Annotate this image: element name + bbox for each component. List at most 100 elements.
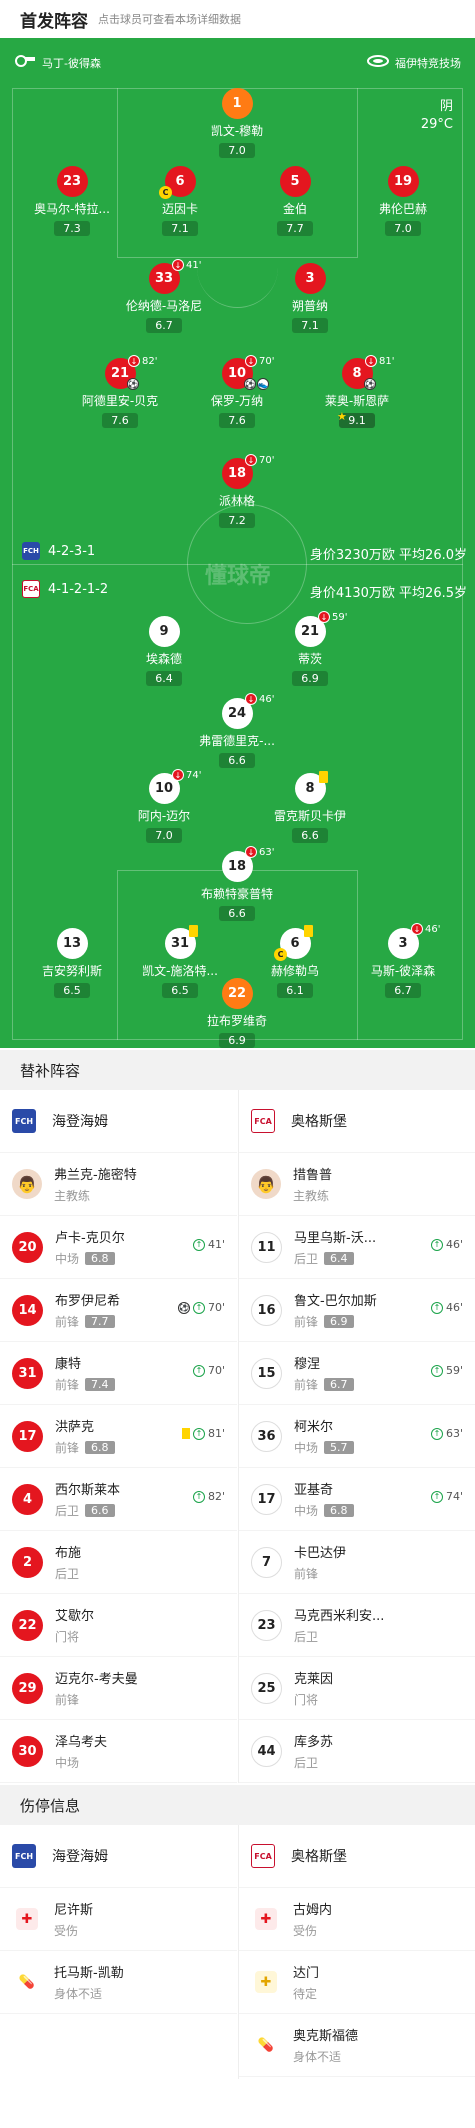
- player-away-8[interactable]: 8 雷克斯贝卡伊 6.6: [255, 773, 365, 843]
- player-rating: 5.7: [324, 1441, 354, 1454]
- sub-in-icon: ↑: [192, 1238, 205, 1251]
- player-home-8[interactable]: 8 莱奥-斯恩萨 9.1: [302, 358, 412, 428]
- stadium-name: 福伊特竞技场: [395, 56, 461, 70]
- away-team-row[interactable]: FCA 奥格斯堡: [239, 1825, 475, 1888]
- player-name: 马克西米利安...: [294, 1609, 385, 1624]
- player-name: 吉安努利斯: [41, 964, 102, 978]
- stadium: 福伊特竞技场: [367, 54, 461, 71]
- sub-out-marker: ↓ 63': [245, 846, 274, 858]
- list-item[interactable]: 14 布罗伊尼希 前锋 7.7 ⚽ ↑ 70': [0, 1279, 237, 1342]
- player-name: 马斯-彼泽森: [370, 964, 436, 978]
- list-item[interactable]: 30 泽乌考夫 中场: [0, 1720, 237, 1783]
- player-home-23[interactable]: 23 奥马尔-特拉... 7.3: [17, 166, 127, 236]
- player-home-19[interactable]: 19 弗伦巴赫 7.0: [348, 166, 458, 236]
- player-name: 亚基奇: [294, 1483, 334, 1498]
- injury-status: 身体不适: [293, 2050, 342, 2064]
- home-team-row[interactable]: FCH 海登海姆: [0, 1825, 237, 1888]
- list-item[interactable]: 20 卢卡-克贝尔 中场 6.8 ↑ 41': [0, 1216, 237, 1279]
- list-item[interactable]: 17 洪萨克 前锋 6.8 ↑ 81': [0, 1405, 237, 1468]
- player-position: 前锋: [294, 1378, 319, 1392]
- home-injuries: FCH 海登海姆 ✚ 尼许斯 受伤 💊 托马斯-凯勒 身体不适: [0, 1825, 237, 2014]
- player-rating: 7.1: [292, 318, 328, 333]
- player-position: 前锋: [294, 1567, 319, 1581]
- player-name: 迈克尔-考夫曼: [55, 1672, 138, 1687]
- list-item[interactable]: 7 卡巴达伊 前锋: [239, 1531, 475, 1594]
- player-number: 2: [12, 1546, 43, 1578]
- player-number: 9: [148, 616, 180, 647]
- list-item[interactable]: 15 穆涅 前锋 6.7 ↑ 59': [239, 1342, 475, 1405]
- player-away-3[interactable]: 3 马斯-彼泽森 6.7: [348, 928, 458, 998]
- player-number: 36: [251, 1420, 282, 1452]
- away-coach[interactable]: 👨 措鲁普 主教练: [239, 1153, 475, 1216]
- player-home-3[interactable]: 3 朔普纳 7.1: [255, 263, 365, 333]
- player-away-18[interactable]: 18 布赖特豪普特 6.6: [182, 851, 292, 921]
- away-team-row[interactable]: FCA 奥格斯堡: [239, 1090, 475, 1153]
- sub-in-icon: ↑: [430, 1427, 443, 1440]
- list-item[interactable]: 💊 托马斯-凯勒 身体不适: [0, 1951, 237, 2014]
- list-item[interactable]: 22 艾歇尔 门将: [0, 1594, 237, 1657]
- player-home-5[interactable]: 5 金伯 7.7: [240, 166, 350, 236]
- player-away-21[interactable]: 21 蒂茨 6.9: [255, 616, 365, 686]
- player-away-22[interactable]: 22 拉布罗维奇 6.9: [182, 978, 292, 1048]
- home-coach[interactable]: 👨 弗兰克-施密特 主教练: [0, 1153, 237, 1216]
- player-home-33[interactable]: 33 伦纳德-马洛尼 6.7: [109, 263, 219, 333]
- away-formation: FCA 4-1-2-1-2: [22, 580, 108, 598]
- heidenheim-badge-icon: FCH: [12, 1844, 36, 1868]
- player-number: 25: [251, 1672, 282, 1704]
- player-home-21[interactable]: 21 阿德里安-贝克 7.6: [65, 358, 175, 428]
- sub-out-icon: ↓: [245, 693, 257, 705]
- player-home-1[interactable]: 1 凯文-穆勒 7.0: [182, 88, 292, 158]
- player-home-6[interactable]: 6 迈因卡 7.1: [125, 166, 235, 236]
- list-item[interactable]: 17 亚基奇 中场 6.8 ↑ 74': [239, 1468, 475, 1531]
- player-name: 雷克斯贝卡伊: [273, 809, 346, 823]
- player-name: 布施: [55, 1546, 82, 1561]
- player-position: 后卫: [55, 1504, 80, 1518]
- home-subs: FCH 海登海姆 👨 弗兰克-施密特 主教练 20 卢卡-克贝尔 中场 6.8 ↑ 41' 14…: [0, 1090, 237, 1783]
- team-name: 奥格斯堡: [291, 1114, 347, 1130]
- list-item[interactable]: 25 克莱因 门将: [239, 1657, 475, 1720]
- home-referee: 马丁-彼得森: [14, 54, 101, 71]
- sub-minute: 46': [445, 1301, 463, 1314]
- player-away-13[interactable]: 13 吉安努利斯 6.5: [17, 928, 127, 998]
- player-number: 7: [251, 1546, 282, 1578]
- sub-minute: 70': [207, 1301, 225, 1314]
- coach-avatar: 👨: [251, 1169, 281, 1199]
- sub-minute: 70': [207, 1364, 225, 1377]
- player-name: 泽乌考夫: [55, 1735, 108, 1750]
- home-team-row[interactable]: FCH 海登海姆: [0, 1090, 237, 1153]
- list-item[interactable]: 4 西尔斯莱本 后卫 6.6 ↑ 82': [0, 1468, 237, 1531]
- sub-out-icon: ↓: [172, 769, 184, 781]
- list-item[interactable]: 29 迈克尔-考夫曼 前锋: [0, 1657, 237, 1720]
- yellow-card-icon: [319, 771, 328, 783]
- player-rating: 6.9: [219, 1033, 255, 1048]
- player-away-24[interactable]: 24 弗雷德里克-... 6.6: [182, 698, 292, 768]
- player-name: 弗伦巴赫: [378, 202, 427, 216]
- sub-minute: 46': [445, 1238, 463, 1251]
- player-away-10[interactable]: 10 阿内-迈尔 7.0: [109, 773, 219, 843]
- pitch: 马丁-彼得森 福伊特竞技场 阴 29°C 1 凯文-穆勒 7.0 23 奥马尔-特拉.…: [0, 38, 475, 1048]
- list-item[interactable]: ✚ 达门 待定: [239, 1951, 475, 2014]
- list-item[interactable]: 23 马克西米利安... 后卫: [239, 1594, 475, 1657]
- assist-icon: 👟: [257, 378, 269, 390]
- list-item[interactable]: 16 鲁文-巴尔加斯 前锋 6.9 ↑ 46': [239, 1279, 475, 1342]
- player-name: 弗雷德里克-...: [199, 734, 275, 748]
- augsburg-badge-icon: FCA: [251, 1109, 275, 1133]
- player-number: 22: [221, 978, 253, 1009]
- player-home-18[interactable]: 18 派林格 7.2: [182, 458, 292, 528]
- player-number: 13: [56, 928, 88, 959]
- formation-text: 4-1-2-1-2: [48, 581, 109, 597]
- list-item[interactable]: 31 康特 前锋 7.4 ↑ 70': [0, 1342, 237, 1405]
- sub-minute: 74': [186, 769, 202, 781]
- player-name: 拉布罗维奇: [206, 1014, 267, 1028]
- list-item[interactable]: 💊 奥克斯福德 身体不适: [239, 2014, 475, 2077]
- list-item[interactable]: ✚ 尼许斯 受伤: [0, 1888, 237, 1951]
- list-item[interactable]: 2 布施 后卫: [0, 1531, 237, 1594]
- player-away-9[interactable]: 9 埃森德 6.4: [109, 616, 219, 686]
- list-item[interactable]: 36 柯米尔 中场 5.7 ↑ 63': [239, 1405, 475, 1468]
- list-item[interactable]: 11 马里乌斯-沃... 后卫 6.4 ↑ 46': [239, 1216, 475, 1279]
- sub-in-icon: ↑: [192, 1427, 205, 1440]
- list-item[interactable]: ✚ 古姆内 受伤: [239, 1888, 475, 1951]
- injury-status: 受伤: [293, 1924, 318, 1938]
- player-home-10[interactable]: 10 保罗-万纳 7.6: [182, 358, 292, 428]
- list-item[interactable]: 44 库多苏 后卫: [239, 1720, 475, 1783]
